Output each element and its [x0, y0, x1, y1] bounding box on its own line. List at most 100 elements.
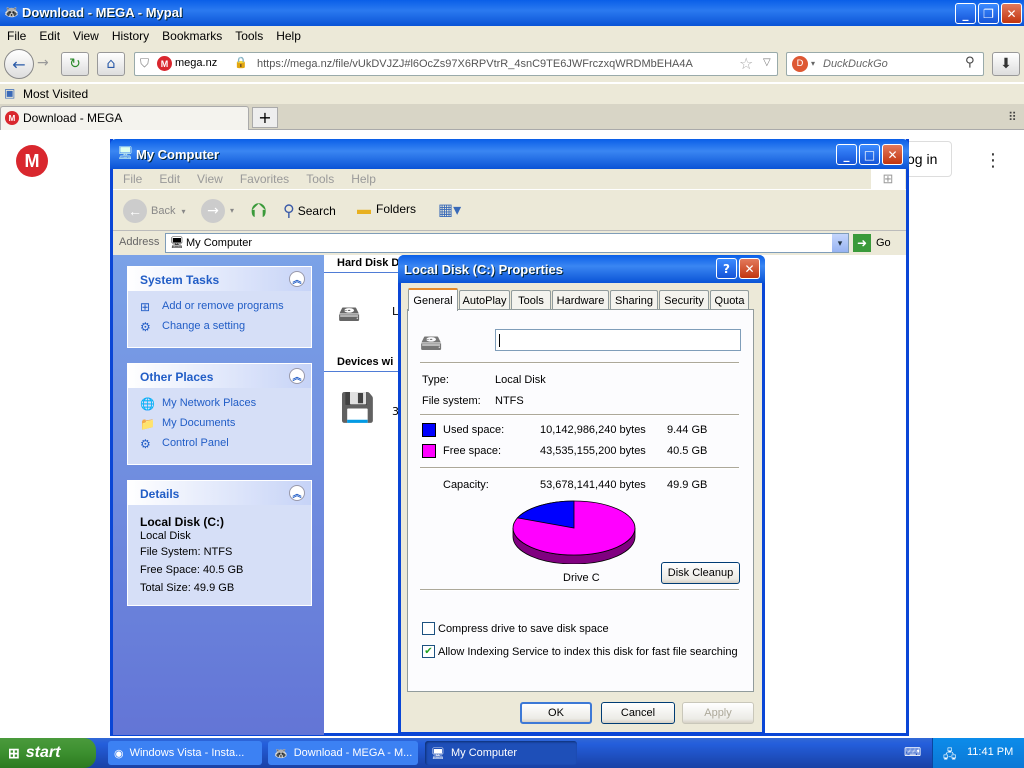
dialog-close-button[interactable]: ✕: [739, 258, 760, 279]
shield-icon[interactable]: ⛉: [140, 56, 149, 71]
downloads-button[interactable]: ⬇: [992, 52, 1020, 76]
help-button[interactable]: ?: [716, 258, 737, 279]
new-tab-button[interactable]: +: [252, 107, 278, 128]
explorer-forward-button[interactable]: →: [201, 199, 225, 223]
menu-history[interactable]: History: [112, 29, 149, 43]
network-tray-icon[interactable]: 🖧: [943, 745, 956, 766]
details-header[interactable]: Details ︽: [128, 481, 311, 505]
place-control-panel[interactable]: ⚙ Control Panel: [128, 434, 311, 454]
hard-drive-icon[interactable]: 🖴: [338, 297, 360, 335]
keyboard-icon[interactable]: ⌨: [904, 745, 921, 759]
folders-label: Folders: [376, 202, 417, 216]
task-download-mega[interactable]: 🦝 Download - MEGA - M...: [268, 741, 418, 765]
up-folder-icon[interactable]: ⮉: [251, 198, 266, 222]
close-button[interactable]: ✕: [1001, 3, 1022, 24]
minimize-button[interactable]: _: [955, 3, 976, 24]
tab-download-mega[interactable]: M Download - MEGA: [0, 106, 249, 130]
task-add-remove-programs[interactable]: ⊞ Add or remove programs: [128, 297, 311, 317]
views-icon[interactable]: ▦▾: [438, 200, 461, 219]
tab-list-icon[interactable]: ⠿: [1008, 110, 1017, 124]
kebab-menu-icon[interactable]: ⋮: [984, 150, 1002, 171]
forward-button[interactable]: →: [37, 55, 49, 71]
place-documents[interactable]: 📁 My Documents: [128, 414, 311, 434]
maximize-button[interactable]: ❐: [978, 3, 999, 24]
details-type: Local Disk: [140, 530, 191, 542]
url-text[interactable]: https://mega.nz/file/vUkDVJZJ#l6OcZs97X6…: [257, 58, 693, 70]
explorer-menu-tools[interactable]: Tools: [306, 172, 334, 186]
explorer-search-button[interactable]: ⚲ Search: [283, 201, 336, 221]
menu-bookmarks[interactable]: Bookmarks: [162, 29, 222, 43]
explorer-menu-bar: File Edit View Favorites Tools Help ⊞: [113, 169, 906, 189]
task-windows-vista[interactable]: ◉ Windows Vista - Insta...: [108, 741, 262, 765]
tab-general[interactable]: General: [408, 288, 458, 311]
explorer-menu-view[interactable]: View: [197, 172, 223, 186]
menu-tools[interactable]: Tools: [235, 29, 263, 43]
menu-edit[interactable]: Edit: [39, 29, 60, 43]
lock-icon[interactable]: 🔒: [234, 56, 248, 69]
disk-usage-pie: [512, 500, 636, 564]
explorer-menu-edit[interactable]: Edit: [159, 172, 180, 186]
tab-quota[interactable]: Quota: [710, 290, 749, 310]
go-button[interactable]: ➜ Go: [853, 234, 891, 252]
tab-autoplay[interactable]: AutoPlay: [459, 290, 510, 310]
tab-hardware[interactable]: Hardware: [552, 290, 609, 310]
system-tasks-header[interactable]: System Tasks ︽: [128, 267, 311, 291]
search-placeholder[interactable]: DuckDuckGo: [823, 58, 888, 70]
menu-view[interactable]: View: [73, 29, 99, 43]
apply-button[interactable]: Apply: [682, 702, 754, 724]
explorer-menu-help[interactable]: Help: [351, 172, 376, 186]
address-dropdown-icon[interactable]: ▾: [832, 234, 848, 252]
tab-security[interactable]: Security: [659, 290, 709, 310]
clock[interactable]: 11:41 PM: [967, 746, 1013, 758]
task-my-computer[interactable]: 🖥 My Computer: [425, 741, 577, 765]
url-bar[interactable]: ⛉ M mega.nz 🔒 https://mega.nz/file/vUkDV…: [134, 52, 778, 76]
compress-checkbox[interactable]: [422, 622, 435, 635]
back-button[interactable]: ←: [4, 49, 34, 79]
windows-logo-icon: ⊞: [871, 169, 905, 189]
browser-task-icon: ◉: [114, 747, 124, 760]
volume-label-input[interactable]: [495, 329, 741, 351]
disk-cleanup-button[interactable]: Disk Cleanup: [661, 562, 740, 584]
capacity-gb: 49.9 GB: [667, 479, 708, 491]
search-icon[interactable]: ⚲: [965, 55, 975, 70]
tab-tools[interactable]: Tools: [511, 290, 551, 310]
explorer-close-button[interactable]: ✕: [882, 144, 903, 165]
menu-file[interactable]: File: [7, 29, 26, 43]
search-bar[interactable]: D ▾ DuckDuckGo ⚲: [786, 52, 984, 76]
cancel-button[interactable]: Cancel: [601, 702, 675, 724]
explorer-back-button[interactable]: ← Back ▾: [123, 199, 185, 223]
explorer-menu-favorites[interactable]: Favorites: [240, 172, 289, 186]
ok-button[interactable]: OK: [520, 702, 592, 724]
group-devices-removable: Devices wi: [337, 356, 394, 368]
explorer-menu-file[interactable]: File: [123, 172, 142, 186]
place-network[interactable]: 🌐 My Network Places: [128, 394, 311, 414]
other-places-header[interactable]: Other Places ︽: [128, 364, 311, 388]
collapse-icon[interactable]: ︽: [289, 485, 305, 501]
explorer-maximize-button[interactable]: □: [859, 144, 880, 165]
task-label: Change a setting: [162, 320, 246, 332]
mega-logo[interactable]: M: [16, 145, 48, 177]
start-button[interactable]: ⊞ start: [0, 738, 96, 768]
bookmark-star-icon[interactable]: ☆: [739, 54, 753, 73]
floppy-drive-icon[interactable]: 💾: [340, 391, 375, 424]
task-label: Download - MEGA - M...: [293, 747, 413, 759]
menu-help[interactable]: Help: [276, 29, 301, 43]
task-change-setting[interactable]: ⚙ Change a setting: [128, 317, 311, 337]
explorer-minimize-button[interactable]: _: [836, 144, 857, 165]
url-dropdown-icon[interactable]: ▽: [763, 57, 771, 68]
collapse-icon[interactable]: ︽: [289, 368, 305, 384]
tab-title: Download - MEGA: [23, 111, 123, 125]
reload-button[interactable]: ↻: [61, 52, 89, 76]
duckduckgo-icon[interactable]: D: [792, 56, 808, 72]
site-identity[interactable]: mega.nz: [175, 57, 217, 69]
bookmark-most-visited[interactable]: Most Visited: [23, 87, 88, 101]
collapse-icon[interactable]: ︽: [289, 271, 305, 287]
address-input[interactable]: 🖥 My Computer ▾: [165, 233, 849, 253]
other-places-panel: Other Places ︽ 🌐 My Network Places 📁 My Doc…: [127, 363, 312, 465]
explorer-folders-button[interactable]: ▬ Folders: [357, 201, 416, 217]
home-button[interactable]: ⌂: [97, 52, 125, 76]
search-engine-dropdown-icon[interactable]: ▾: [811, 59, 815, 68]
index-checkbox[interactable]: ✔: [422, 645, 435, 658]
explorer-title: My Computer: [136, 147, 220, 162]
tab-sharing[interactable]: Sharing: [610, 290, 658, 310]
